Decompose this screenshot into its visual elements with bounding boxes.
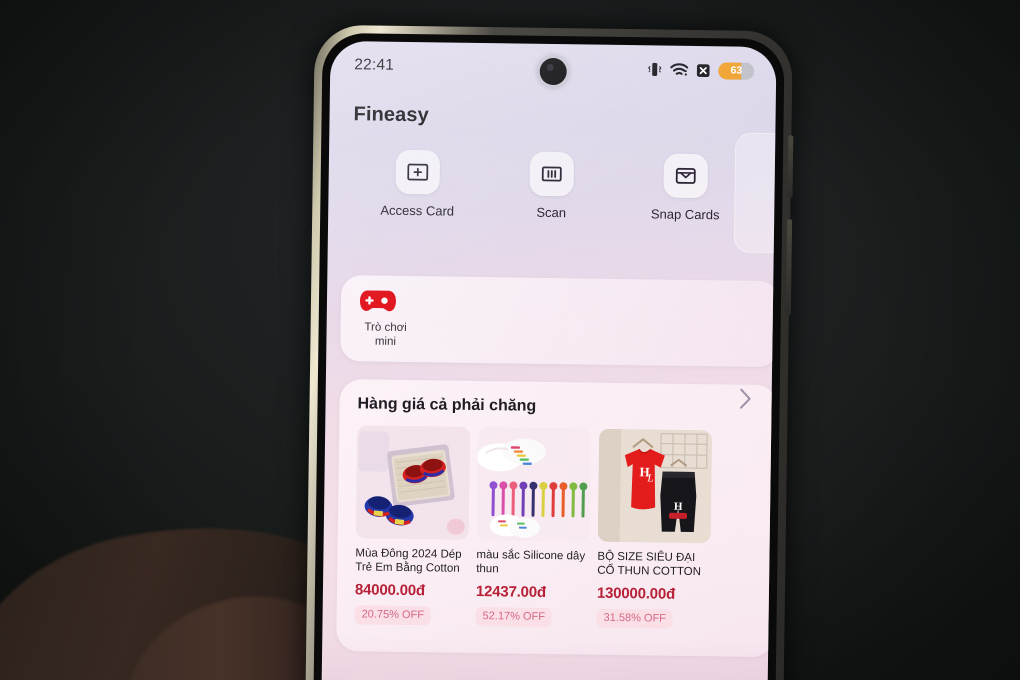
snap-cards-tile[interactable] [663,153,709,199]
product-image-clothing-set: H L H [597,428,713,544]
chevron-right-icon[interactable] [737,386,753,412]
access-card-tile[interactable] [395,149,441,195]
product-title: màu sắc Silicone dây thun [476,549,586,576]
mini-game-label-line1: Trò chơi [364,321,407,335]
quick-action-scan[interactable]: Scan [499,151,604,220]
quick-action-label: Scan [536,204,567,221]
status-bar-clock: 22:41 [354,56,395,74]
products-header: Hàng giá cả phải chăng [357,388,776,419]
product-title: Mùa Đông 2024 Dép Trẻ Em Bằng Cotton [355,547,462,575]
quick-action-label: Snap Cards [650,206,720,223]
quick-action-access-card[interactable]: Access Card [365,149,470,219]
products-card: Hàng giá cả phải chăng Mùa Đông 2024 Dép… [336,379,777,658]
product-discount-badge: 52.17% OFF [475,607,553,627]
barcode-icon [541,166,562,182]
product-title: BỘ SIZE SIÊU ĐẠI CỔ THUN COTTON [597,550,702,579]
no-sim-icon [696,63,710,77]
scan-tile[interactable] [529,151,575,197]
card-wallet-icon [675,167,696,184]
status-bar-icons: 63 [647,61,755,80]
quick-actions-row: Access Card Scan Snap Cards [328,149,775,223]
product-image-slippers [355,425,471,540]
product-price: 12437.00đ [475,583,546,602]
quick-action-snap-cards[interactable]: Snap Cards [633,153,738,222]
wifi-icon [670,62,689,76]
mini-game-card[interactable]: Trò chơi mini [340,275,777,368]
product-discount-badge: 20.75% OFF [354,605,432,625]
product-price: 130000.00đ [596,584,676,603]
power-button[interactable] [787,135,794,198]
smartphone-device: 22:41 63 Fineasy Access Card Scan Snap C… [305,24,794,680]
products-row: Mùa Đông 2024 Dép Trẻ Em Bằng Cotton 840… [354,425,776,629]
product-item[interactable]: H L H BỘ SIZE SIÊU ĐẠI CỔ THUN COTTON 13… [596,428,713,629]
gamepad-icon [359,287,397,315]
quick-action-label: Access Card [380,202,455,219]
phone-screen: 22:41 63 Fineasy Access Card Scan Snap C… [321,40,777,680]
plus-square-icon [407,163,429,181]
svg-text:L: L [646,472,653,484]
product-item[interactable]: Mùa Đông 2024 Dép Trẻ Em Bằng Cotton 840… [354,425,471,625]
mini-game-label: Trò chơi mini [354,320,416,350]
app-title: Fineasy [353,103,429,127]
vibrate-icon [648,62,662,76]
svg-text:H: H [674,501,683,513]
battery-level-text: 63 [730,64,742,77]
product-image-shoelaces [476,427,592,542]
product-discount-badge: 31.58% OFF [596,608,674,629]
product-price: 84000.00đ [354,581,426,600]
battery-indicator: 63 [718,61,755,80]
mini-game-label-line2: mini [374,335,397,349]
product-item[interactable]: màu sắc Silicone dây thun 12437.00đ 52.1… [475,427,592,627]
products-section-title: Hàng giá cả phải chăng [357,395,537,415]
